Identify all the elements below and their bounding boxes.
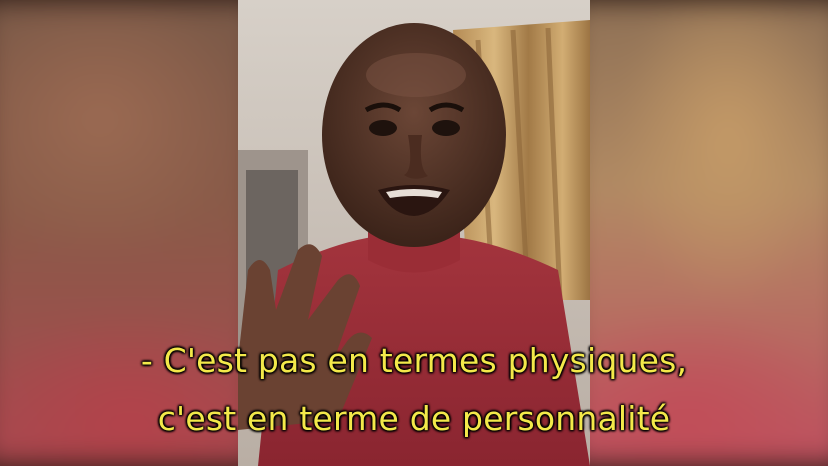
video-frame: - C'est pas en termes physiques, c'est e…	[0, 0, 828, 466]
left-eye	[369, 120, 397, 136]
video-content	[238, 0, 590, 466]
blurred-background-right	[568, 0, 828, 466]
blurred-background-left	[0, 0, 260, 466]
subtitle-line-2: c'est en terme de personnalité	[157, 399, 671, 438]
right-eye	[432, 120, 460, 136]
speaker-scene	[238, 0, 590, 466]
subtitle-line-1: - C'est pas en termes physiques,	[140, 341, 688, 380]
